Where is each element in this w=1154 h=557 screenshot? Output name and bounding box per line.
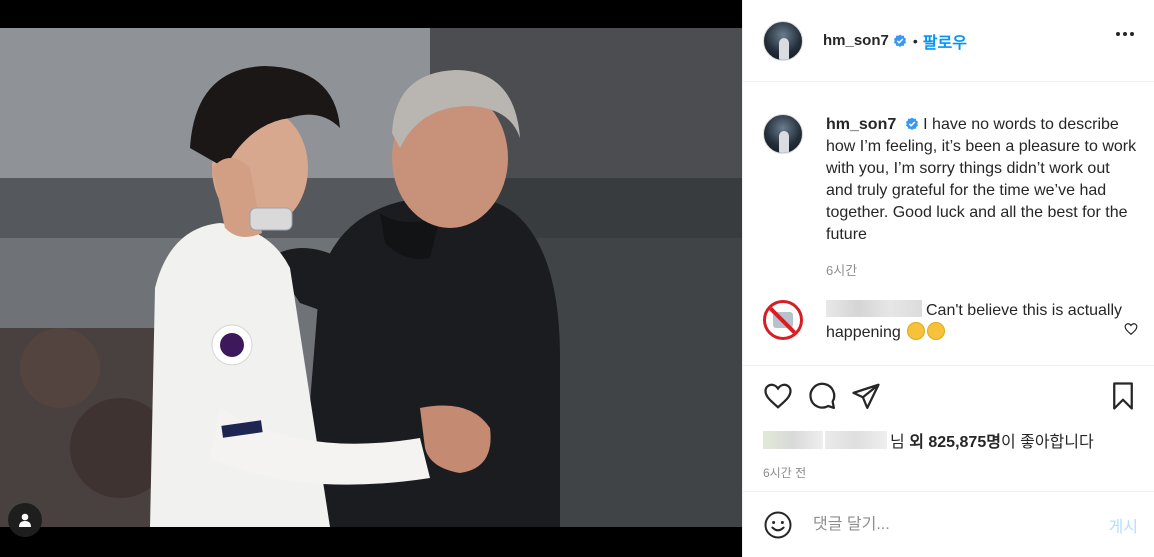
person-icon <box>19 513 31 527</box>
caption-author-avatar[interactable] <box>763 114 803 154</box>
caption-text: I have no words to describe how I’m feel… <box>826 116 1137 243</box>
more-horizontal-icon[interactable] <box>1116 32 1134 36</box>
bookmark-icon[interactable] <box>1108 381 1138 411</box>
likes-count[interactable]: 825,875명 <box>928 428 1001 452</box>
heart-outline-icon[interactable] <box>763 381 793 411</box>
smiley-icon[interactable] <box>763 510 793 540</box>
follow-button[interactable]: 팔로우 <box>923 29 967 53</box>
add-comment-bar: 게시 <box>743 491 1154 557</box>
post-header: hm_son7 • 팔로우 <box>743 0 1154 82</box>
heart-outline-icon[interactable] <box>1124 322 1138 336</box>
likes-suffix-2: 이 좋아합니다 <box>1000 434 1094 451</box>
liker-avatars-blurred[interactable] <box>763 431 823 449</box>
speech-bubble-icon[interactable] <box>807 381 837 411</box>
post-media-area <box>0 0 742 557</box>
header-separator: • <box>912 32 918 49</box>
likes-suffix-1: 님 <box>890 434 905 451</box>
caption-timestamp[interactable]: 6시간 <box>826 260 1138 282</box>
post-actions: 님 외 825,875명 이 좋아합니다 6시간 전 <box>743 365 1154 491</box>
paper-plane-icon[interactable] <box>851 381 881 411</box>
post-side-panel: hm_son7 • 팔로우 hm_son7 I have no words to… <box>742 0 1154 557</box>
verified-badge-icon <box>893 34 906 47</box>
photo-illustration <box>0 28 742 527</box>
tears-of-joy-emoji <box>927 322 946 340</box>
comments-section: hm_son7 I have no words to describe how … <box>743 82 1154 365</box>
crying-face-emoji <box>907 322 926 340</box>
tagged-users-button[interactable] <box>8 503 42 537</box>
commenter-username-blurred[interactable] <box>826 300 922 317</box>
comment-item: Can't believe this is actually happening <box>743 282 1154 344</box>
author-username[interactable]: hm_son7 <box>823 32 889 49</box>
author-avatar[interactable] <box>763 20 803 61</box>
liker-username-blurred[interactable] <box>825 431 887 449</box>
post-caption: hm_son7 I have no words to describe how … <box>743 82 1154 282</box>
post-comment-button[interactable]: 게시 <box>1109 513 1138 537</box>
commenter-avatar[interactable] <box>763 300 803 340</box>
comment-input[interactable] <box>813 515 1109 534</box>
caption-username[interactable]: hm_son7 <box>826 116 896 133</box>
verified-badge-icon <box>905 117 918 130</box>
post-photo[interactable] <box>0 28 742 527</box>
likes-summary: 님 외 825,875명 이 좋아합니다 <box>763 428 1138 452</box>
likes-others-word[interactable]: 외 <box>909 428 924 452</box>
post-timestamp[interactable]: 6시간 전 <box>763 464 1138 481</box>
